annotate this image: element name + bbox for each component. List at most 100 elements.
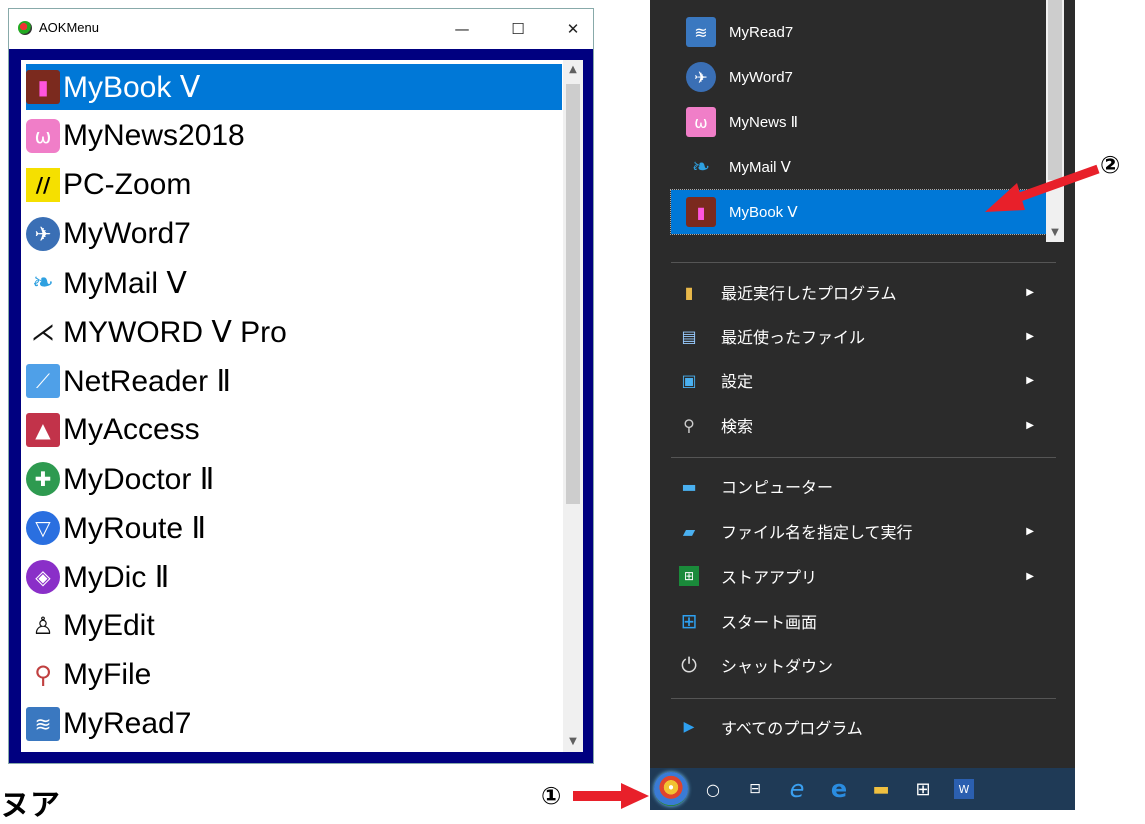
bird-icon: ❧ <box>32 268 54 298</box>
scroll-thumb[interactable] <box>566 84 580 504</box>
list-item-netreader[interactable]: ⟋ NetReader Ⅱ <box>26 358 562 404</box>
list-frame: ▮ MyBook Ⅴ ω MyNews2018 // PC-Zoom ✈ MyW… <box>9 49 593 763</box>
program-item-myread7[interactable]: ≋ MyRead7 <box>671 10 1054 54</box>
windows-orb-icon <box>654 772 688 806</box>
program-label: MyRead7 <box>729 23 794 41</box>
word-icon[interactable]: W <box>954 779 974 799</box>
taskbar: ○ ⊟ e e ▬ ⊞ W <box>650 768 1075 810</box>
list-item-myfile[interactable]: ⚲ MyFile <box>26 652 562 698</box>
list-item-mydoctor[interactable]: ✚ MyDoctor Ⅱ <box>26 456 562 502</box>
zoom-logo-icon: // <box>26 168 60 202</box>
list-item-label: MyMail Ⅴ <box>63 266 187 300</box>
list-item-myword7[interactable]: ✈ MyWord7 <box>26 211 562 257</box>
program-item-mynews[interactable]: ω MyNews Ⅱ <box>671 100 1054 144</box>
list-item-label: MyWord7 <box>63 217 191 250</box>
app-icon <box>18 21 32 35</box>
list-item-mybook[interactable]: ▮ MyBook Ⅴ <box>26 64 562 110</box>
list-item-label: MyRoute Ⅱ <box>63 511 207 545</box>
chart-icon: ⟋ <box>26 364 60 398</box>
list-item-myedit[interactable]: ♙ MyEdit <box>26 603 562 649</box>
list-item-label: MyBook Ⅴ <box>63 70 201 104</box>
menu-label: スタート画面 <box>721 613 818 632</box>
book-icon: ▮ <box>686 197 716 227</box>
menu-settings[interactable]: ▣ 設定 ▶ <box>671 358 1056 402</box>
menu-search[interactable]: ⚲ 検索 ▶ <box>671 403 1056 447</box>
menu-label: 最近実行したプログラム <box>721 284 897 303</box>
arrow-one <box>573 783 649 809</box>
menu-recent-files[interactable]: ▤ 最近使ったファイル ▶ <box>671 314 1056 358</box>
file-explorer-icon[interactable]: ▬ <box>860 768 902 810</box>
play-arrow-icon: ▶ <box>683 719 695 735</box>
list-scrollbar[interactable]: ▲ ▼ <box>563 60 583 752</box>
submenu-arrow-icon: ▶ <box>1026 374 1034 386</box>
program-label: MyBook Ⅴ <box>729 204 798 221</box>
list-item-label: NetReader Ⅱ <box>63 364 232 398</box>
task-view-icon[interactable]: ⊟ <box>734 768 776 810</box>
medical-cross-icon: ✚ <box>26 462 60 496</box>
windows-icon: ⊞ <box>680 609 698 633</box>
close-button[interactable]: ✕ <box>558 15 588 43</box>
search-icon: ⚲ <box>683 415 695 435</box>
edge-icon[interactable]: e <box>818 768 860 810</box>
aokmenu-window: AOKMenu — ☐ ✕ ▮ MyBook Ⅴ ω MyNews2018 //… <box>8 8 594 764</box>
list-item-mydic[interactable]: ◈ MyDic Ⅱ <box>26 554 562 600</box>
submenu-arrow-icon: ▶ <box>1026 570 1034 582</box>
program-label: MyWord7 <box>729 68 793 86</box>
menu-computer[interactable]: ▬ コンピューター <box>671 464 1056 508</box>
minimize-button[interactable]: — <box>447 15 477 43</box>
menu-shutdown[interactable]: ⏻ シャットダウン <box>671 643 1056 687</box>
menu-label: ストアアプリ <box>721 568 818 587</box>
wave-icon: ≋ <box>686 17 716 47</box>
submenu-arrow-icon: ▶ <box>1026 330 1034 342</box>
menu-all-programs[interactable]: ▶ すべてのプログラム <box>671 705 1056 749</box>
scroll-thumb[interactable] <box>1048 0 1062 180</box>
menu-store-apps[interactable]: ⊞ ストアアプリ ▶ <box>671 554 1056 598</box>
submenu-arrow-icon: ▶ <box>1026 419 1034 431</box>
list-item-mynews[interactable]: ω MyNews2018 <box>26 113 562 159</box>
separator <box>671 457 1056 458</box>
menu-label: 設定 <box>721 372 754 391</box>
list-item-pczoom[interactable]: // PC-Zoom <box>26 162 562 208</box>
separator <box>671 262 1056 263</box>
recent-files-icon: ▤ <box>681 326 697 346</box>
menu-label: シャットダウン <box>721 657 834 676</box>
list-item-label: PC-Zoom <box>63 168 192 201</box>
cortana-icon[interactable]: ○ <box>692 768 734 810</box>
magnifier-icon: ⚲ <box>34 661 52 689</box>
menu-label: すべてのプログラム <box>721 719 863 738</box>
menu-recent-programs[interactable]: ▮ 最近実行したプログラム ▶ <box>671 270 1056 314</box>
list-item-myroute[interactable]: ▽ MyRoute Ⅱ <box>26 505 562 551</box>
list-item-label: MyFile <box>63 658 152 691</box>
list-item-mymail[interactable]: ❧ MyMail Ⅴ <box>26 260 562 306</box>
window-title: AOKMenu <box>39 20 99 35</box>
list-item-label: MyNews2018 <box>63 119 245 152</box>
dictionary-icon: ◈ <box>26 560 60 594</box>
list-item-myaccess[interactable]: ▲ MyAccess <box>26 407 562 453</box>
cut-off-caption: ヌア <box>0 788 60 823</box>
title-bar[interactable]: AOKMenu — ☐ ✕ <box>9 9 593 49</box>
ie-icon[interactable]: e <box>776 768 818 810</box>
store-icon[interactable]: ⊞ <box>902 768 944 810</box>
whale-icon: ⋌ <box>31 318 55 346</box>
list-item-label: MyAccess <box>63 413 200 446</box>
menu-label: コンピューター <box>721 478 834 497</box>
menu-start-screen[interactable]: ⊞ スタート画面 <box>671 599 1056 643</box>
callout-number-one: ① <box>541 782 562 810</box>
list-item-myword-pro[interactable]: ⋌ MYWORD Ⅴ Pro <box>26 309 562 355</box>
list-item-myread7[interactable]: ≋ MyRead7 <box>26 701 562 747</box>
store-icon: ⊞ <box>679 566 699 586</box>
start-menu: ≋ MyRead7 ✈ MyWord7 ω MyNews Ⅱ ❧ MyMail … <box>650 0 1075 768</box>
orca-icon: ✈ <box>26 217 60 251</box>
list-item-label: MyEdit <box>63 609 155 642</box>
maximize-button[interactable]: ☐ <box>503 15 533 43</box>
folder-icon: ▮ <box>684 282 694 302</box>
arrow-two <box>985 164 1100 212</box>
menu-label: ファイル名を指定して実行 <box>721 523 913 542</box>
program-item-myword7[interactable]: ✈ MyWord7 <box>671 55 1054 99</box>
menu-run[interactable]: ▰ ファイル名を指定して実行 ▶ <box>671 509 1056 553</box>
control-panel-icon: ▣ <box>681 370 697 390</box>
scroll-down-icon[interactable]: ▼ <box>563 732 583 752</box>
shield-icon: ▽ <box>26 511 60 545</box>
start-button[interactable] <box>650 768 692 810</box>
scroll-up-icon[interactable]: ▲ <box>563 60 583 80</box>
